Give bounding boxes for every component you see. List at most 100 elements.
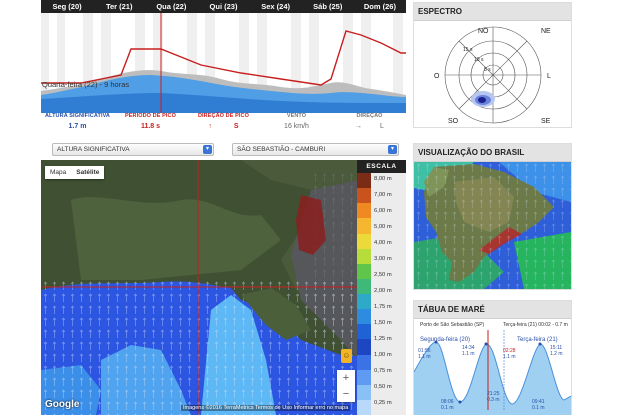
map-toggle-button[interactable]: Mapa bbox=[45, 166, 71, 179]
brazil-map[interactable] bbox=[414, 162, 571, 289]
tide-day: Segunda-feira (20) bbox=[420, 337, 471, 343]
tide-low-height: 0.1 m bbox=[532, 405, 545, 411]
scale-color-swatch bbox=[357, 309, 371, 325]
tide-high-height: 1.1 m bbox=[462, 351, 475, 357]
scale-color-swatch bbox=[357, 188, 371, 204]
metric-peak-direction: DIREÇÃO DE PICO ↑ S bbox=[187, 113, 260, 135]
tide-high-height: 1.2 m bbox=[550, 351, 563, 357]
brazil-panel: VISUALIZAÇÃO DO BRASIL bbox=[413, 143, 572, 290]
tide-panel: TÁBUA DE MARÉ Porto de São Sebastião (SP… bbox=[413, 300, 572, 415]
scale-color-swatch bbox=[357, 173, 371, 189]
metric-value: 1.7 m bbox=[68, 123, 87, 130]
map-attribution[interactable]: Imagens ©2016 TerraMetrics Termos de Uso… bbox=[181, 405, 351, 411]
tide-title: TÁBUA DE MARÉ bbox=[414, 301, 571, 319]
day-label[interactable]: Seg (20) bbox=[41, 0, 93, 13]
metric-wind-direction: DIREÇÃO → L bbox=[333, 113, 406, 135]
spectrum-dir-label: NO bbox=[478, 28, 489, 35]
location-select-value: SÃO SEBASTIÃO - CAMBURI bbox=[237, 146, 326, 153]
scale-color-swatch bbox=[357, 263, 371, 279]
day-label[interactable]: Sex (24) bbox=[250, 0, 302, 13]
chevron-down-icon: ▾ bbox=[388, 145, 397, 154]
scale-color-swatch bbox=[357, 369, 371, 385]
tide-low-height: 0.3 m bbox=[487, 397, 500, 403]
scale-label: 4,00 m bbox=[374, 240, 392, 246]
map-type-toggle: Mapa Satélite bbox=[45, 166, 105, 179]
day-label[interactable]: Qui (23) bbox=[197, 0, 249, 13]
scale-color-swatch bbox=[357, 324, 371, 340]
metric-label: PERÍODO DE PICO bbox=[124, 113, 176, 119]
scale-color-swatch bbox=[357, 218, 371, 234]
scale-label: 8,00 m bbox=[374, 176, 392, 182]
chevron-down-icon: ▾ bbox=[203, 145, 212, 154]
metric-value: ↑ S bbox=[208, 123, 239, 130]
scale-label: 2,50 m bbox=[374, 272, 392, 278]
scale-label: 0,50 m bbox=[374, 384, 392, 390]
satellite-toggle-button[interactable]: Satélite bbox=[71, 166, 104, 179]
spectrum-period-label: 10 s bbox=[474, 57, 484, 63]
zoom-control: + − bbox=[337, 370, 355, 402]
spectrum-dir-label: NE bbox=[541, 28, 551, 35]
metric-wind: VENTO 16 km/h bbox=[260, 113, 333, 135]
scale-color-swatch bbox=[357, 203, 371, 219]
variable-select-value: ALTURA SIGNIFICATIVA bbox=[57, 146, 130, 153]
scale-color-swatch bbox=[357, 278, 371, 294]
scale-label: 1,00 m bbox=[374, 352, 392, 358]
forecast-plot bbox=[41, 13, 406, 113]
day-label[interactable]: Ter (21) bbox=[93, 0, 145, 13]
scale-label: 3,00 m bbox=[374, 256, 392, 262]
scale-label: 1,25 m bbox=[374, 336, 392, 342]
location-select[interactable]: SÃO SEBASTIÃO - CAMBURI ▾ bbox=[232, 143, 399, 156]
scale-label: 2,00 m bbox=[374, 288, 392, 294]
spectrum-dir-label: O bbox=[434, 73, 440, 80]
scale-color-swatch bbox=[357, 354, 371, 370]
spectrum-period-label: 5 s bbox=[484, 67, 491, 73]
metric-label: DIREÇÃO bbox=[356, 113, 383, 119]
scale-color-swatch bbox=[357, 384, 371, 400]
metric-wave-height: ALTURA SIGNIFICATIVA 1.7 m bbox=[41, 113, 114, 135]
direction-arrow-icon: ↑ bbox=[208, 123, 212, 130]
metrics-row: ALTURA SIGNIFICATIVA 1.7 m PERÍODO DE PI… bbox=[41, 113, 406, 135]
metric-label: VENTO bbox=[286, 113, 307, 119]
spectrum-panel: ESPECTRO NO NE O L SO SE 15 s 10 s 5 s bbox=[413, 2, 572, 128]
tide-high-height: 1.1 m bbox=[418, 354, 431, 360]
variable-select[interactable]: ALTURA SIGNIFICATIVA ▾ bbox=[52, 143, 214, 156]
scale-label: 6,00 m bbox=[374, 208, 392, 214]
zoom-in-button[interactable]: + bbox=[337, 370, 355, 386]
scale-legend: 8,00 m 7,00 m 6,00 m 5,00 m 4,00 m 3,00 … bbox=[357, 173, 406, 415]
day-label[interactable]: Qua (22) bbox=[145, 0, 197, 13]
scale-label: 5,00 m bbox=[374, 224, 392, 230]
spectrum-dir-label: SE bbox=[541, 118, 551, 125]
tide-low-height: 0.1 m bbox=[441, 405, 454, 411]
scale-label: 7,00 m bbox=[374, 192, 392, 198]
scale-label: 0,75 m bbox=[374, 368, 392, 374]
metric-value: 16 km/h bbox=[284, 123, 309, 130]
scale-color-swatch bbox=[357, 399, 371, 415]
scale-color-bar bbox=[357, 173, 371, 415]
zoom-out-button[interactable]: − bbox=[337, 386, 355, 402]
spectrum-title: ESPECTRO bbox=[414, 3, 571, 21]
scale-label: 0,25 m bbox=[374, 400, 392, 406]
day-label[interactable]: Dom (26) bbox=[354, 0, 406, 13]
street-view-pegman-icon[interactable]: ☺ bbox=[341, 349, 352, 363]
metric-label: DIREÇÃO DE PICO bbox=[197, 113, 249, 119]
spectrum-dir-label: L bbox=[547, 73, 551, 80]
metric-label: ALTURA SIGNIFICATIVA bbox=[44, 113, 111, 119]
wind-arrow-icon: → bbox=[355, 123, 363, 130]
brazil-title: VISUALIZAÇÃO DO BRASIL bbox=[414, 144, 571, 162]
scale-color-swatch bbox=[357, 233, 371, 249]
scale-color-swatch bbox=[357, 339, 371, 355]
spectrum-polar-plot: NO NE O L SO SE 15 s 10 s 5 s bbox=[434, 26, 551, 125]
metric-value: 11.8 s bbox=[140, 123, 161, 130]
spectrum-dir-label: SO bbox=[448, 118, 459, 125]
cursor-label: Quarta-feira (22) - 9 horas bbox=[42, 80, 130, 89]
wave-map[interactable]: Mapa Satélite Google Imagens ©2016 Terra… bbox=[41, 160, 406, 415]
scale-color-swatch bbox=[357, 248, 371, 264]
metric-peak-period: PERÍODO DE PICO 11.8 s bbox=[114, 113, 187, 135]
scale-title: ESCALA bbox=[357, 160, 406, 173]
day-label[interactable]: Sáb (25) bbox=[302, 0, 354, 13]
scale-label: 1,75 m bbox=[374, 304, 392, 310]
day-bar: Seg (20) Ter (21) Qua (22) Qui (23) Sex … bbox=[41, 0, 406, 13]
tide-day: Terça-feira (21) bbox=[517, 337, 558, 343]
scale-label: 1,50 m bbox=[374, 320, 392, 326]
spectrum-period-label: 15 s bbox=[463, 47, 473, 53]
